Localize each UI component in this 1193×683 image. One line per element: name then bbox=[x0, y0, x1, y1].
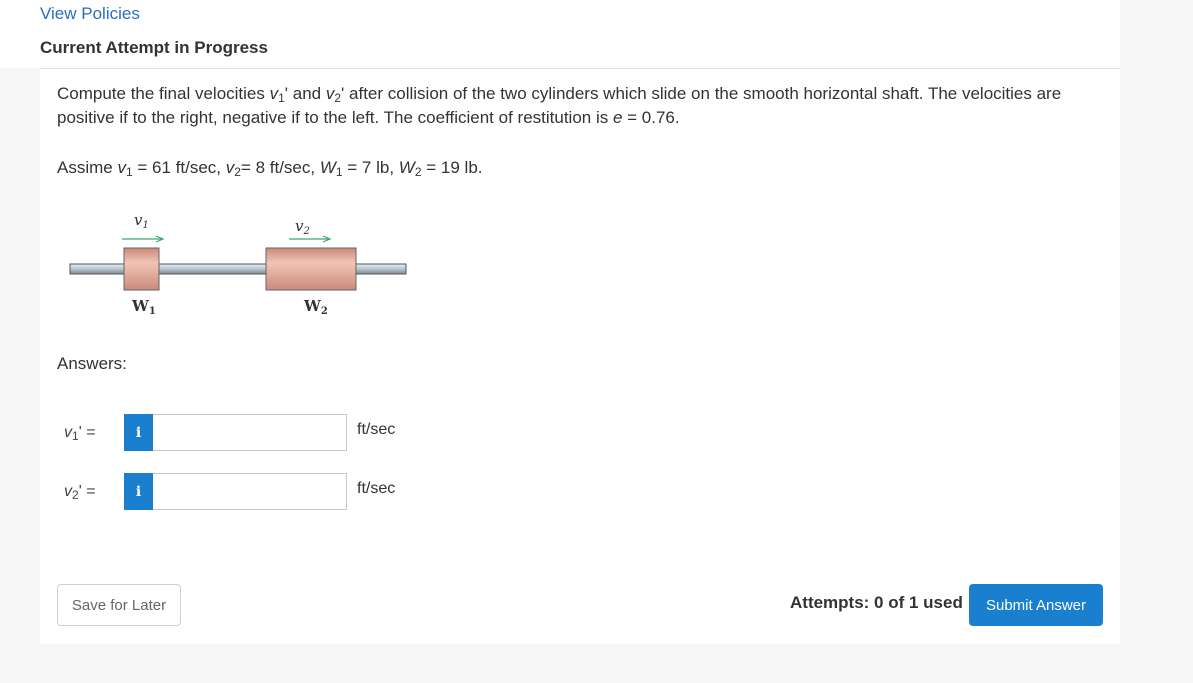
v1-label: v1 bbox=[134, 211, 149, 231]
given-values: Assime v1 = 61 ft/sec, v2= 8 ft/sec, W1 … bbox=[57, 158, 483, 179]
w2-label: W2 bbox=[303, 297, 328, 317]
v2-label: v2 bbox=[295, 217, 310, 237]
w1-label: W1 bbox=[131, 297, 156, 317]
attempts-counter: Attempts: 0 of 1 used bbox=[790, 593, 963, 612]
cylinder-1 bbox=[123, 247, 160, 291]
view-policies-link[interactable]: View Policies bbox=[40, 4, 140, 24]
question-text: Compute the final velocities v1' and v2'… bbox=[57, 84, 1062, 127]
unit-label: ft/sec bbox=[357, 480, 396, 497]
cylinders-diagram: v1 v2 W1 W2 bbox=[69, 211, 407, 317]
unit-label: ft/sec bbox=[357, 421, 396, 438]
submit-answer-button[interactable]: Submit Answer bbox=[969, 584, 1103, 626]
answer-input-v2[interactable] bbox=[153, 473, 347, 510]
cylinder-2 bbox=[265, 247, 357, 291]
answer-input-v1[interactable] bbox=[153, 414, 347, 451]
answers-label: Answers: bbox=[57, 354, 127, 373]
attempt-heading: Current Attempt in Progress bbox=[40, 38, 268, 57]
answer-label-v2: v2' = bbox=[64, 483, 96, 502]
info-icon[interactable]: i bbox=[124, 473, 153, 510]
answer-label-v1: v1' = bbox=[64, 424, 96, 443]
save-for-later-button[interactable]: Save for Later bbox=[57, 584, 181, 626]
info-icon[interactable]: i bbox=[124, 414, 153, 451]
